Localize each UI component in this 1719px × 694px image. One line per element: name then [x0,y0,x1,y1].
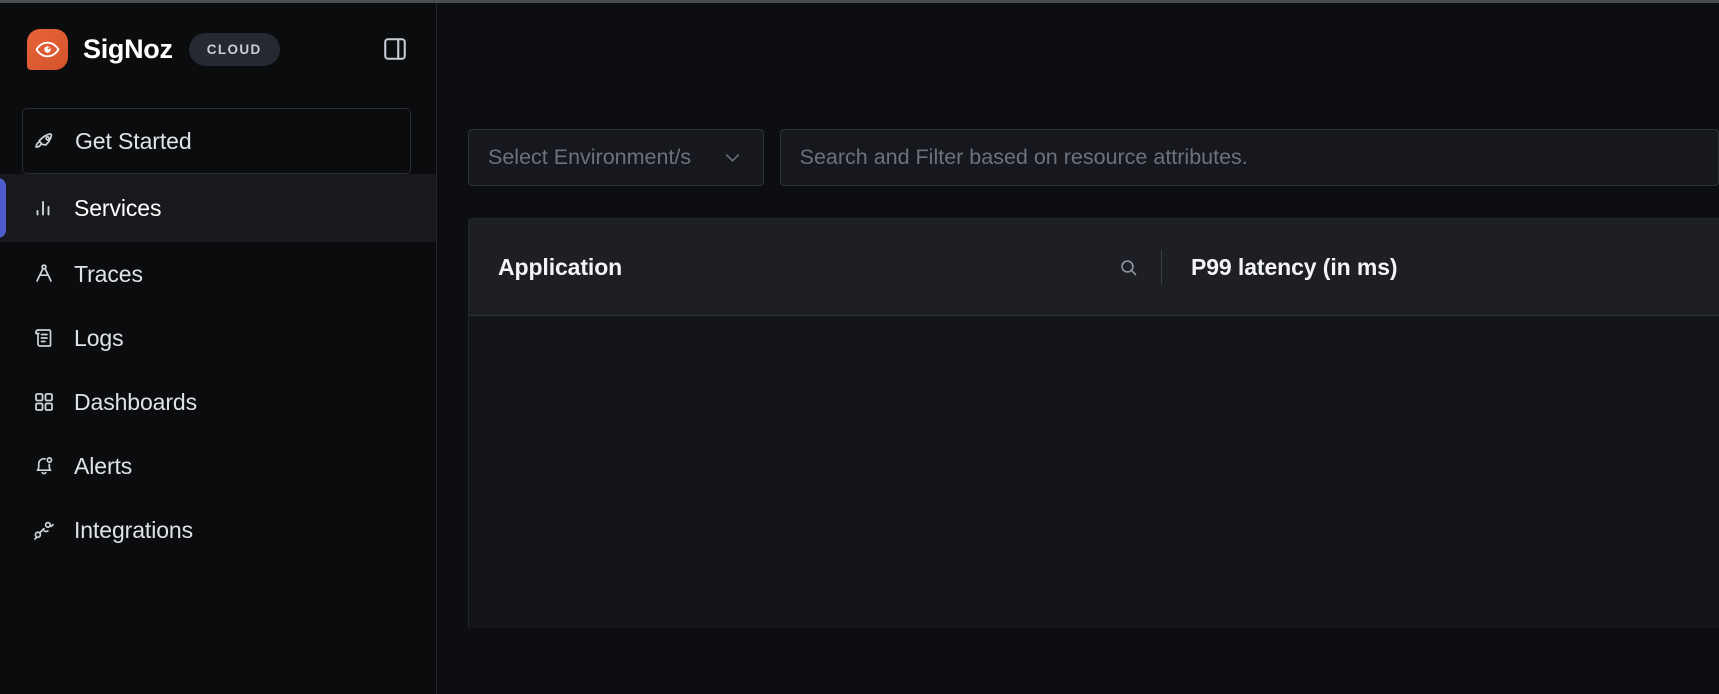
sidebar-item-get-started[interactable]: Get Started [22,108,411,174]
panel-left-toggle-icon[interactable] [380,34,410,64]
sidebar: SigNoz CLOUD Get Started Services Traces… [0,0,437,694]
app-root: SigNoz CLOUD Get Started Services Traces… [0,0,1719,694]
brand-row: SigNoz CLOUD [0,3,436,95]
sidebar-item-alerts[interactable]: Alerts [0,434,436,498]
scroll-icon [31,325,57,351]
sidebar-item-integrations[interactable]: Integrations [0,498,436,562]
services-table: Application P99 latency (in ms) [468,218,1719,628]
resource-attribute-search-placeholder: Search and Filter based on resource attr… [799,145,1248,169]
resource-attribute-search-input[interactable]: Search and Filter based on resource attr… [779,129,1719,186]
brand-name: SigNoz [83,33,173,64]
search-icon[interactable] [1118,257,1139,278]
sidebar-item-label: Logs [74,324,124,351]
grid-icon [31,389,57,415]
bar-chart-icon [31,195,57,221]
main-content: Select Environment/s Search and Filter b… [437,0,1719,694]
sidebar-item-label: Traces [74,260,143,287]
chevron-down-icon [721,146,744,169]
filter-row: Select Environment/s Search and Filter b… [437,3,1719,186]
sidebar-nav: Get Started Services Traces Logs Dashboa… [0,108,436,562]
sidebar-item-label: Get Started [75,127,192,154]
sidebar-item-logs[interactable]: Logs [0,306,436,370]
sidebar-item-services[interactable]: Services [0,174,436,242]
environment-select-placeholder: Select Environment/s [488,145,692,169]
sidebar-item-traces[interactable]: Traces [0,242,436,306]
rocket-icon [32,128,58,154]
services-table-body: No data [469,316,1719,628]
sidebar-item-label: Alerts [74,452,133,479]
sidebar-item-label: Dashboards [74,388,198,415]
column-header-application-label: Application [498,253,623,280]
column-header-application[interactable]: Application [469,254,1161,281]
column-header-p99-latency[interactable]: P99 latency (in ms) [1162,253,1398,281]
sidebar-item-dashboards[interactable]: Dashboards [0,370,436,434]
cloud-badge: CLOUD [188,32,280,66]
sidebar-item-label: Services [74,194,162,221]
environment-select[interactable]: Select Environment/s [468,129,764,186]
services-table-header: Application P99 latency (in ms) [469,219,1719,316]
active-accent-bar [0,178,6,238]
column-header-p99-latency-label: P99 latency (in ms) [1191,253,1398,280]
plug-cable-icon [31,517,57,543]
bell-dot-icon [31,453,57,479]
signoz-eye-logo[interactable] [27,28,68,70]
traces-icon [31,261,57,287]
sidebar-item-label: Integrations [74,516,193,543]
